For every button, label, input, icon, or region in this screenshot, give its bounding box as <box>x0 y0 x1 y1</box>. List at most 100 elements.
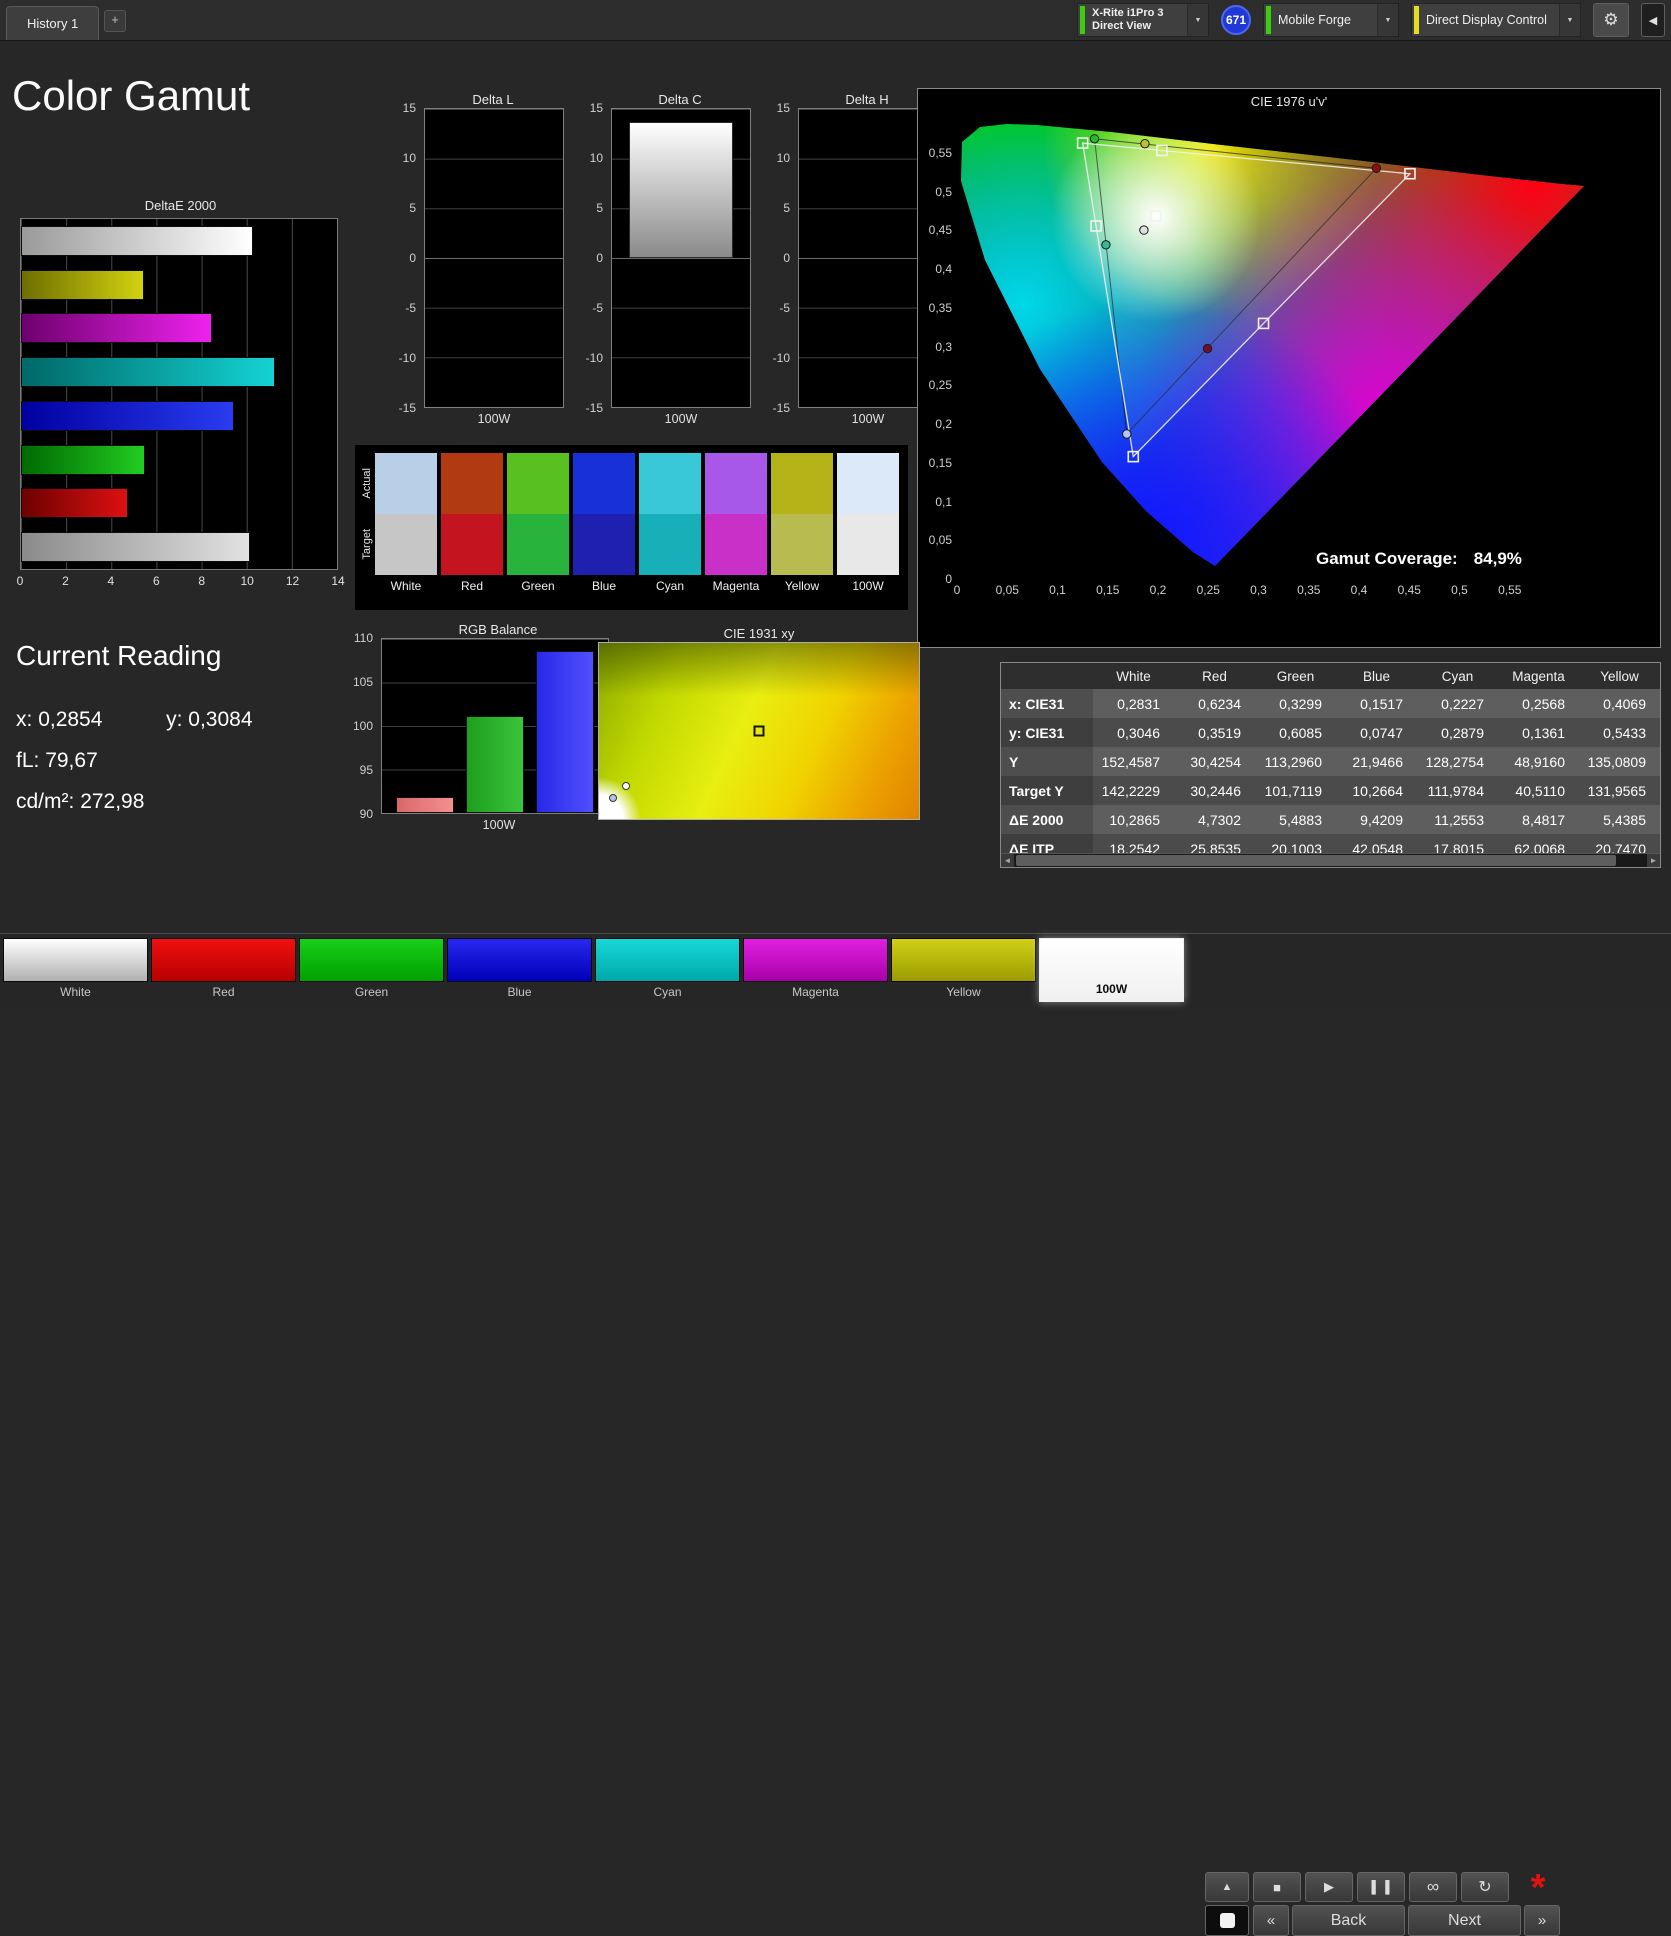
x-axis-category: 100W <box>611 412 751 426</box>
table-header-cell: White <box>1093 669 1174 684</box>
swatch-actual <box>837 453 899 514</box>
patch-button-100w[interactable]: 100W <box>1039 938 1184 1002</box>
y-tick-label: 5 <box>783 201 790 215</box>
table-row-label: ΔE ITP <box>1001 834 1093 853</box>
y-tick-label: 95 <box>360 763 373 777</box>
pattern-source-select[interactable]: Mobile Forge ▼ <box>1263 3 1399 37</box>
actual-row-label: Actual <box>361 468 373 499</box>
y-tick-label: 15 <box>777 101 790 115</box>
next-button[interactable]: Next <box>1408 1905 1521 1936</box>
swatch-target <box>705 514 767 575</box>
table-horizontal-scrollbar[interactable]: ◄ ► <box>1001 853 1660 867</box>
y-tick-label: 5 <box>596 201 603 215</box>
patch-button-blue[interactable]: Blue <box>447 938 592 1002</box>
gamut-coverage-value: 84,9% <box>1474 549 1522 568</box>
pattern-window-button[interactable] <box>1205 1905 1249 1936</box>
gear-icon: ⚙ <box>1603 10 1618 30</box>
swatch-target <box>639 514 701 575</box>
source-name: Mobile Forge <box>1278 13 1351 27</box>
patch-button-red[interactable]: Red <box>151 938 296 1002</box>
x-tick-label: 0,35 <box>1297 583 1320 597</box>
continuous-read-button[interactable]: ∞ <box>1409 1872 1457 1902</box>
play-button[interactable]: ▶ <box>1305 1872 1353 1902</box>
collapse-panel-button[interactable]: ◀ <box>1641 3 1665 37</box>
y-tick-label: -10 <box>773 351 790 365</box>
table-header-cell: Green <box>1255 669 1336 684</box>
x-tick-label: 0 <box>17 574 24 588</box>
patch-button-white[interactable]: White <box>3 938 148 1002</box>
table-row-label: y: CIE31 <box>1001 718 1093 747</box>
cie31-plot <box>598 642 920 820</box>
table-cell: 10,2865 <box>1093 805 1174 834</box>
cdm2-value: 272,98 <box>80 790 144 813</box>
patch-button-yellow[interactable]: Yellow <box>891 938 1036 1002</box>
x-tick-label: 0,1 <box>1049 583 1066 597</box>
y-axis-labels: 151050-5-10-15 <box>579 108 607 408</box>
settings-button[interactable]: ⚙ <box>1593 3 1629 37</box>
table-cell: 5,4883 <box>1255 805 1336 834</box>
gamut-coverage: Gamut Coverage:84,9% <box>1316 549 1522 569</box>
y-tick-label: -10 <box>586 351 603 365</box>
patch-button-green[interactable]: Green <box>299 938 444 1002</box>
y-tick-label: -10 <box>399 351 416 365</box>
table-header-cell: Yellow <box>1579 669 1660 684</box>
patch-swatch <box>595 938 740 982</box>
meter-select[interactable]: X-Rite i1Pro 3 Direct View ▼ <box>1077 3 1209 37</box>
meter-name-line1: X-Rite i1Pro 3 <box>1092 7 1164 20</box>
scroll-left-icon[interactable]: ◄ <box>1001 854 1014 867</box>
swatch-column-red: Red <box>441 453 503 610</box>
y-tick-label: 10 <box>777 151 790 165</box>
deltae-bar-magenta <box>21 313 212 343</box>
y-axis-labels: 151050-5-10-15 <box>392 108 420 408</box>
deltae-bar-100w <box>21 532 250 562</box>
busy-asterisk-icon: * <box>1516 1866 1560 1904</box>
swatch-target <box>507 514 569 575</box>
table-cell: 0,1361 <box>1498 718 1579 747</box>
x-tick-label: 0,55 <box>1498 583 1521 597</box>
table-cell: 40,5110 <box>1498 776 1579 805</box>
deltae-bars <box>21 219 337 569</box>
table-cell: 128,2754 <box>1417 747 1498 776</box>
up-arrow-icon: ▲ <box>1222 1881 1233 1893</box>
patch-button-cyan[interactable]: Cyan <box>595 938 740 1002</box>
add-tab-button[interactable]: + <box>104 10 126 32</box>
swatch-actual <box>507 453 569 514</box>
delta-c-chart: Delta C 151050-5-10-15 100W <box>579 92 751 426</box>
topbar-controls: X-Rite i1Pro 3 Direct View ▼ 671 Mobile … <box>1077 3 1665 37</box>
refresh-button[interactable]: ↻ <box>1461 1872 1509 1902</box>
x-axis-category: 100W <box>377 818 621 832</box>
pause-button[interactable]: ▌▐ <box>1357 1872 1405 1902</box>
y-label: y: <box>166 708 182 731</box>
display-control-select[interactable]: Direct Display Control ▼ <box>1411 3 1581 37</box>
patch-label: Magenta <box>743 982 888 1002</box>
deltae-bar-white <box>21 226 253 256</box>
deltae-bar-red <box>21 488 128 518</box>
table-cell: 142,2229 <box>1093 776 1174 805</box>
y-tick-label: 0,1 <box>924 495 952 509</box>
table-row: y: CIE310,30460,35190,60850,07470,28790,… <box>1001 718 1660 747</box>
table-cell: 101,7119 <box>1255 776 1336 805</box>
stop-icon: ■ <box>1273 1880 1281 1895</box>
chevron-left-icon: ◀ <box>1649 14 1657 27</box>
x-value: 0,2854 <box>38 708 102 731</box>
next-arrow-button[interactable]: » <box>1524 1905 1560 1936</box>
prev-arrow-button[interactable]: « <box>1253 1905 1289 1936</box>
scrollbar-thumb[interactable] <box>1016 855 1616 866</box>
table-cell: 20,1003 <box>1255 834 1336 853</box>
up-arrow-button[interactable]: ▲ <box>1205 1872 1249 1902</box>
tab-history-1[interactable]: History 1 <box>6 6 99 40</box>
chart-title: Delta L <box>422 92 564 108</box>
back-button[interactable]: Back <box>1292 1905 1405 1936</box>
y-tick-label: 90 <box>360 807 373 821</box>
scroll-right-icon[interactable]: ► <box>1647 854 1660 867</box>
source-status-indicator <box>1266 6 1271 34</box>
stop-button[interactable]: ■ <box>1253 1872 1301 1902</box>
swatch-label: White <box>375 575 437 599</box>
table-header-cell: Red <box>1174 669 1255 684</box>
cie31-target-marker <box>754 726 765 737</box>
patch-button-magenta[interactable]: Magenta <box>743 938 888 1002</box>
deltae-bar-yellow <box>21 270 144 300</box>
patch-label: Red <box>151 982 296 1002</box>
x-tick-label: 0,15 <box>1096 583 1119 597</box>
swatch-column-white: White <box>375 453 437 610</box>
